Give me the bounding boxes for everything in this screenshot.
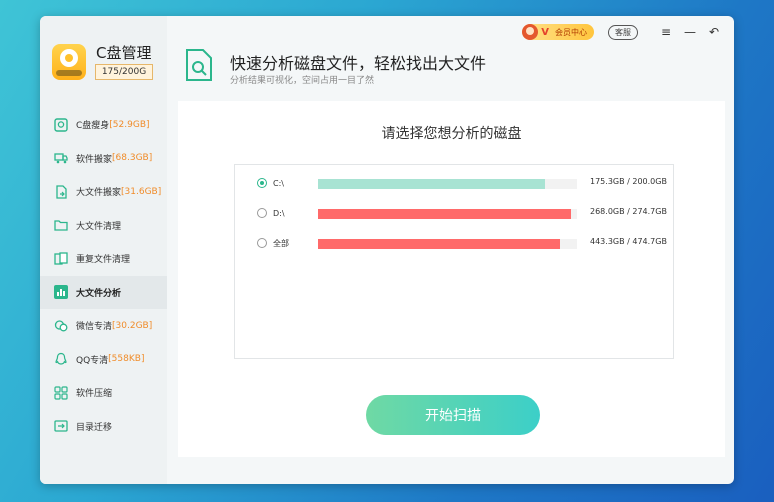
usage-bar-fill bbox=[318, 239, 560, 249]
avatar bbox=[522, 24, 539, 40]
drive-size: 175.3GB / 200.0GB bbox=[590, 177, 667, 186]
sidebar: C盘管理 175/200G C盘瘦身 [52.9GB] 软件搬家 [68.3GB] bbox=[40, 16, 167, 484]
sidebar-item-size: [558KB] bbox=[108, 354, 145, 365]
slim-icon bbox=[54, 118, 68, 132]
sidebar-item-label: QQ专清 bbox=[76, 355, 109, 366]
drive-usage-all: 443.3GB / 474.7GB bbox=[257, 236, 677, 250]
sidebar-item-dir-migrate[interactable]: 目录迁移 bbox=[40, 410, 167, 444]
customer-service-button[interactable]: 客服 bbox=[608, 24, 638, 40]
migrate-icon bbox=[54, 419, 68, 433]
sidebar-nav: C盘瘦身 [52.9GB] 软件搬家 [68.3GB] 大文件搬家 [31.6GB] … bbox=[40, 108, 167, 443]
sidebar-item-c-slim[interactable]: C盘瘦身 [52.9GB] bbox=[40, 108, 167, 142]
sidebar-item-software-move[interactable]: 软件搬家 [68.3GB] bbox=[40, 142, 167, 176]
analysis-panel: 请选择您想分析的磁盘 C:\ 175.3GB / 200.0GB D:\ 268… bbox=[178, 101, 725, 457]
vip-center-label: 会员中心 bbox=[555, 27, 587, 37]
sidebar-item-label: 大文件搬家 bbox=[76, 188, 122, 199]
page-title: 快速分析磁盘文件，轻松找出大文件 bbox=[230, 54, 487, 73]
sidebar-item-size: [52.9GB] bbox=[109, 119, 150, 130]
sidebar-item-label: C盘瘦身 bbox=[76, 121, 110, 132]
wechat-icon bbox=[54, 319, 68, 333]
sidebar-item-label: 软件压缩 bbox=[76, 389, 113, 400]
panel-title: 请选择您想分析的磁盘 bbox=[381, 126, 522, 142]
main-header: 快速分析磁盘文件，轻松找出大文件 分析结果可视化，空间占用一目了然 V 会员中心… bbox=[167, 16, 734, 98]
sidebar-item-size: [68.3GB] bbox=[112, 153, 153, 164]
brand: C盘管理 175/200G bbox=[52, 38, 162, 88]
sidebar-item-label: 大文件分析 bbox=[76, 288, 122, 299]
start-scan-button[interactable]: 开始扫描 bbox=[366, 395, 540, 435]
sidebar-item-big-file-clean[interactable]: 大文件清理 bbox=[40, 209, 167, 243]
drive-usage-c: 175.3GB / 200.0GB bbox=[257, 176, 677, 190]
drive-usage-d: 268.0GB / 274.7GB bbox=[257, 206, 677, 220]
big-file-move-icon bbox=[54, 185, 68, 199]
disk-logo-icon bbox=[52, 44, 86, 80]
usage-bar bbox=[318, 239, 577, 249]
sidebar-item-software-compress[interactable]: 软件压缩 bbox=[40, 376, 167, 410]
vip-badge: V bbox=[541, 26, 549, 38]
sidebar-item-label: 重复文件清理 bbox=[76, 255, 131, 266]
usage-bar-fill bbox=[318, 209, 571, 219]
sidebar-item-label: 目录迁移 bbox=[76, 422, 113, 433]
sidebar-item-duplicate-clean[interactable]: 重复文件清理 bbox=[40, 242, 167, 276]
minimize-icon[interactable]: — bbox=[682, 24, 698, 40]
page-subtitle: 分析结果可视化，空间占用一目了然 bbox=[230, 76, 375, 86]
folder-icon bbox=[54, 218, 68, 232]
truck-icon bbox=[54, 151, 68, 165]
sidebar-item-qq-clean[interactable]: QQ专清 [558KB] bbox=[40, 343, 167, 377]
qq-icon bbox=[54, 352, 68, 366]
usage-bar-fill bbox=[318, 179, 545, 189]
drive-size: 443.3GB / 474.7GB bbox=[590, 237, 667, 246]
sidebar-item-big-file-analysis[interactable]: 大文件分析 bbox=[40, 275, 167, 309]
drive-list: C:\ 175.3GB / 200.0GB D:\ 268.0GB / 274.… bbox=[234, 164, 674, 359]
sidebar-item-label: 大文件清理 bbox=[76, 221, 122, 232]
app-window: C盘管理 175/200G C盘瘦身 [52.9GB] 软件搬家 [68.3GB] bbox=[40, 16, 734, 484]
disk-usage-badge: 175/200G bbox=[95, 64, 153, 80]
chart-icon bbox=[54, 285, 68, 300]
usage-bar bbox=[318, 179, 577, 189]
compress-icon bbox=[54, 386, 68, 400]
sidebar-item-wechat-clean[interactable]: 微信专清 [30.2GB] bbox=[40, 309, 167, 343]
file-search-icon bbox=[184, 48, 214, 82]
drive-size: 268.0GB / 274.7GB bbox=[590, 207, 667, 216]
sidebar-item-label: 微信专清 bbox=[76, 322, 113, 333]
vip-center-button[interactable]: V 会员中心 bbox=[522, 24, 594, 40]
sidebar-item-label: 软件搬家 bbox=[76, 154, 113, 165]
topbar: V 会员中心 客服 ≡ — ↶ bbox=[522, 22, 722, 42]
sidebar-item-size: [30.2GB] bbox=[112, 320, 153, 331]
menu-icon[interactable]: ≡ bbox=[658, 24, 674, 40]
back-icon[interactable]: ↶ bbox=[706, 24, 722, 40]
app-title: C盘管理 bbox=[96, 44, 152, 62]
sidebar-item-size: [31.6GB] bbox=[121, 186, 162, 197]
duplicate-icon bbox=[54, 252, 68, 266]
sidebar-item-big-file-move[interactable]: 大文件搬家 [31.6GB] bbox=[40, 175, 167, 209]
usage-bar bbox=[318, 209, 577, 219]
